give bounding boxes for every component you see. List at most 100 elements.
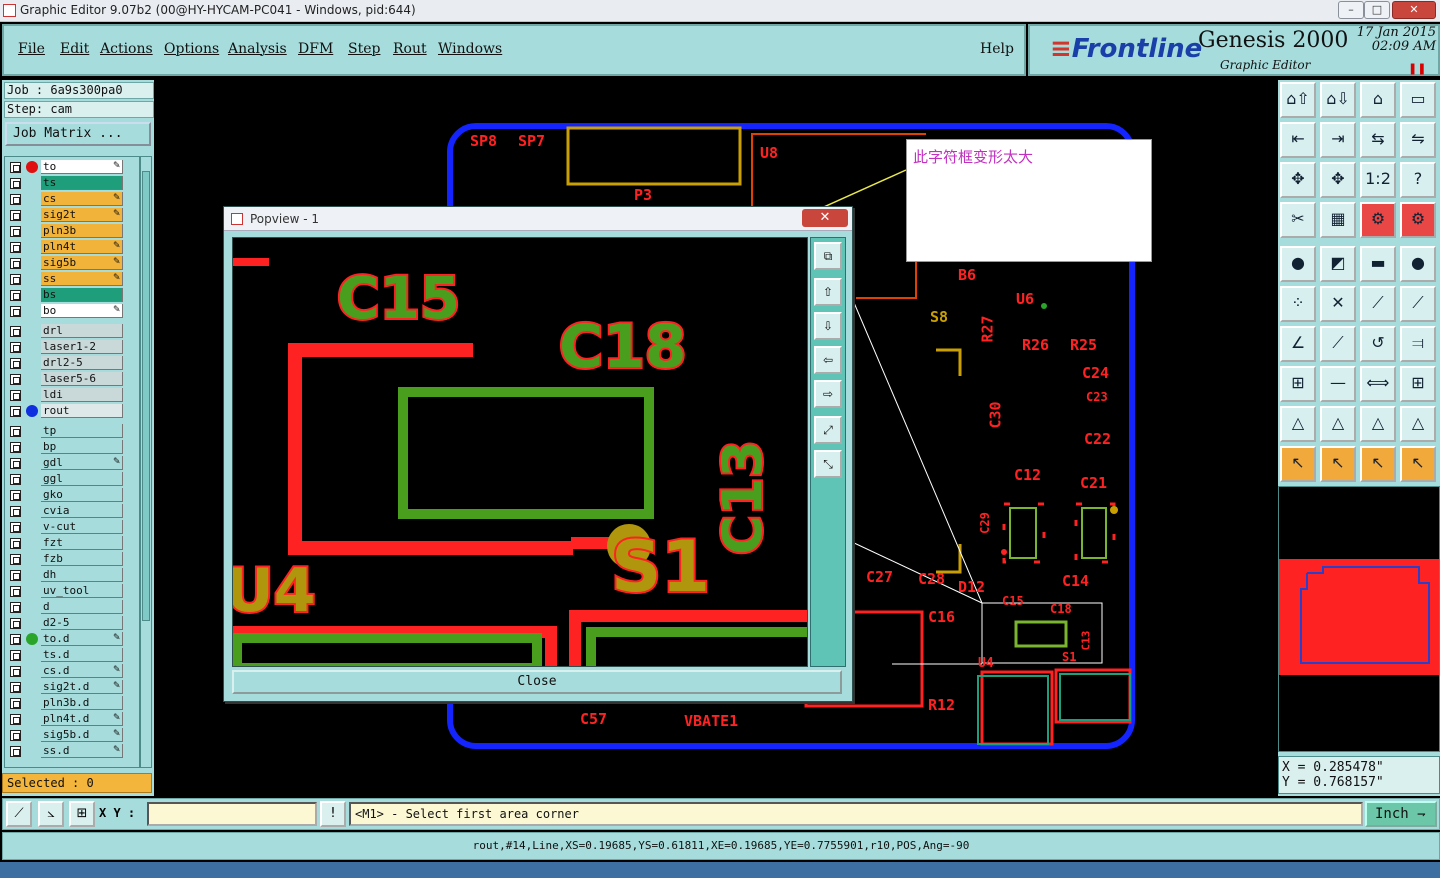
layer-row[interactable]: dh bbox=[5, 567, 139, 583]
tool-button[interactable]: ↺ bbox=[1360, 326, 1396, 362]
layer-name[interactable]: cs.d bbox=[41, 664, 123, 678]
layer-checkbox[interactable] bbox=[10, 666, 21, 677]
layer-name[interactable]: gdl bbox=[41, 456, 123, 470]
layer-name[interactable]: cs bbox=[41, 192, 123, 206]
layer-checkbox[interactable] bbox=[10, 306, 21, 317]
layer-name[interactable]: drl bbox=[41, 324, 123, 338]
layer-checkbox[interactable] bbox=[10, 730, 21, 741]
layer-row[interactable]: tp bbox=[5, 423, 139, 439]
layer-checkbox[interactable] bbox=[10, 258, 21, 269]
layer-name[interactable]: sig5b bbox=[41, 256, 123, 270]
layer-checkbox[interactable] bbox=[10, 226, 21, 237]
tool-button[interactable]: ⇋ bbox=[1400, 122, 1436, 158]
layer-name[interactable]: sig2t bbox=[41, 208, 123, 222]
layer-row[interactable]: v-cut bbox=[5, 519, 139, 535]
tool-button[interactable]: ▦ bbox=[1320, 202, 1356, 238]
layer-name[interactable]: d2-5 bbox=[41, 616, 123, 630]
layer-checkbox[interactable] bbox=[10, 554, 21, 565]
measure-tool-button[interactable]: ⦣ bbox=[38, 801, 64, 827]
tool-button[interactable]: ⊞ bbox=[1400, 366, 1436, 402]
layer-checkbox[interactable] bbox=[10, 490, 21, 501]
layer-row[interactable]: fzt bbox=[5, 535, 139, 551]
layer-name[interactable]: pln4t.d bbox=[41, 712, 123, 726]
layer-name[interactable]: sig5b.d bbox=[41, 728, 123, 742]
job-matrix-button[interactable]: Job Matrix ... bbox=[5, 122, 151, 146]
units-selector[interactable]: Inch ⇁ bbox=[1365, 801, 1437, 827]
layer-name[interactable]: ggl bbox=[41, 472, 123, 486]
layer-name[interactable]: ss.d bbox=[41, 744, 123, 758]
tool-button[interactable]: ✕ bbox=[1320, 286, 1356, 322]
tool-button[interactable]: ● bbox=[1400, 246, 1436, 282]
grid-tool-button[interactable]: ⊞ bbox=[69, 801, 95, 827]
layer-row[interactable]: ldi bbox=[5, 387, 139, 403]
layer-checkbox[interactable] bbox=[10, 746, 21, 757]
layer-name[interactable]: bs bbox=[41, 288, 123, 302]
layer-checkbox[interactable] bbox=[10, 714, 21, 725]
layer-row[interactable]: sig5b ✎ bbox=[5, 255, 139, 271]
line-tool-button[interactable]: ⟋ bbox=[6, 801, 32, 827]
layer-name[interactable]: pln3b bbox=[41, 224, 123, 238]
warning-button[interactable]: ! bbox=[320, 801, 346, 827]
layer-row[interactable]: d bbox=[5, 599, 139, 615]
layer-checkbox[interactable] bbox=[10, 474, 21, 485]
layer-row[interactable]: sig5b.d ✎ bbox=[5, 727, 139, 743]
menu-options[interactable]: Options bbox=[164, 41, 219, 57]
layer-name[interactable]: bo bbox=[41, 304, 123, 318]
tool-button[interactable]: ⇆ bbox=[1360, 122, 1396, 158]
tool-button[interactable]: ↖ bbox=[1360, 446, 1396, 482]
layer-name[interactable]: bp bbox=[41, 440, 123, 454]
layer-row[interactable]: rout bbox=[5, 403, 139, 419]
menu-edit[interactable]: Edit bbox=[60, 41, 89, 57]
tool-button[interactable]: ⇥ bbox=[1320, 122, 1356, 158]
tool-button[interactable]: ⟋ bbox=[1360, 286, 1396, 322]
tool-button[interactable]: ✥ bbox=[1280, 162, 1316, 198]
menu-step[interactable]: Step bbox=[348, 41, 380, 57]
layer-checkbox[interactable] bbox=[10, 522, 21, 533]
popview-tool[interactable]: ⤢ bbox=[814, 416, 842, 444]
tool-button[interactable]: ✥ bbox=[1320, 162, 1356, 198]
layer-row[interactable]: fzb bbox=[5, 551, 139, 567]
layer-row[interactable]: cvia bbox=[5, 503, 139, 519]
tool-button[interactable]: ↖ bbox=[1400, 446, 1436, 482]
layer-row[interactable]: ts bbox=[5, 175, 139, 191]
layer-row[interactable]: ss.d ✎ bbox=[5, 743, 139, 759]
menu-file[interactable]: File bbox=[18, 41, 45, 57]
layer-checkbox[interactable] bbox=[10, 194, 21, 205]
tool-button[interactable]: ● bbox=[1280, 246, 1316, 282]
layer-row[interactable]: to ✎ bbox=[5, 159, 139, 175]
layer-name[interactable]: gko bbox=[41, 488, 123, 502]
menu-dfm[interactable]: DFM bbox=[298, 41, 333, 57]
layer-checkbox[interactable] bbox=[10, 538, 21, 549]
menu-rout[interactable]: Rout bbox=[393, 41, 427, 57]
tool-button[interactable]: ⌂⇧ bbox=[1280, 82, 1316, 118]
layer-name[interactable]: laser5-6 bbox=[41, 372, 123, 386]
layer-name[interactable]: pln3b.d bbox=[41, 696, 123, 710]
minimap[interactable]: × bbox=[1278, 486, 1440, 752]
layer-name[interactable]: ts.d bbox=[41, 648, 123, 662]
popview-canvas[interactable]: C15 C18 C13 S1 U4 bbox=[232, 237, 808, 667]
layer-checkbox[interactable] bbox=[10, 210, 21, 221]
layer-checkbox[interactable] bbox=[10, 326, 21, 337]
layer-checkbox[interactable] bbox=[10, 650, 21, 661]
popview-tool[interactable]: ⇩ bbox=[814, 312, 842, 340]
layer-row[interactable]: to.d ✎ bbox=[5, 631, 139, 647]
tool-button[interactable]: ∠ bbox=[1280, 326, 1316, 362]
layer-row[interactable]: cs ✎ bbox=[5, 191, 139, 207]
popview-tool[interactable]: ⧉ bbox=[814, 242, 842, 270]
layer-row[interactable]: gdl ✎ bbox=[5, 455, 139, 471]
tool-button[interactable]: ⚙ bbox=[1360, 202, 1396, 238]
maximize-button[interactable]: □ bbox=[1364, 1, 1390, 19]
menu-help[interactable]: Help bbox=[980, 41, 1014, 57]
layer-checkbox[interactable] bbox=[10, 426, 21, 437]
layer-row[interactable]: pln3b.d bbox=[5, 695, 139, 711]
layer-checkbox[interactable] bbox=[10, 290, 21, 301]
popview-tool[interactable]: ⇦ bbox=[814, 346, 842, 374]
layer-checkbox[interactable] bbox=[10, 390, 21, 401]
tool-button[interactable]: ▭ bbox=[1400, 82, 1436, 118]
layer-row[interactable]: ss ✎ bbox=[5, 271, 139, 287]
popview-tool[interactable]: ⤡ bbox=[814, 450, 842, 478]
tool-button[interactable]: ◩ bbox=[1320, 246, 1356, 282]
layer-row[interactable]: uv_tool bbox=[5, 583, 139, 599]
tool-button[interactable]: ? bbox=[1400, 162, 1436, 198]
layer-checkbox[interactable] bbox=[10, 634, 21, 645]
